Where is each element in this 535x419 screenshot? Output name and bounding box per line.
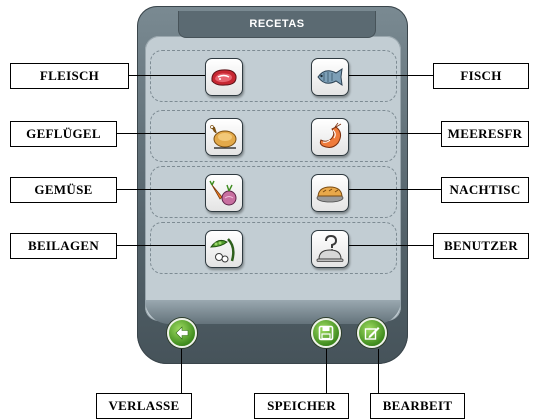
- header-title: RECETAS: [178, 11, 376, 38]
- callout-nachtisc: NACHTISC: [441, 177, 529, 203]
- callout-gefluegel: GEFLÜGEL: [10, 121, 117, 147]
- callout-line: [117, 133, 205, 134]
- seafood-button[interactable]: [311, 118, 349, 156]
- callout-gemuese: GEMÜSE: [10, 177, 117, 203]
- back-arrow-icon: [175, 326, 189, 340]
- edit-button[interactable]: [357, 318, 387, 348]
- callout-line: [181, 349, 182, 393]
- callout-line: [378, 349, 379, 393]
- callout-line: [349, 245, 433, 246]
- side-dish-icon: [210, 238, 235, 263]
- callout-beilagen: BEILAGEN: [10, 233, 117, 259]
- side-dish-button[interactable]: [205, 230, 243, 268]
- user-recipe-icon: [316, 234, 344, 262]
- callout-line: [349, 189, 441, 190]
- callout-line: [117, 245, 205, 246]
- edit-pencil-icon: [364, 327, 380, 340]
- user-recipes-button[interactable]: [311, 230, 349, 268]
- callout-line: [349, 75, 433, 76]
- shrimp-icon: [319, 122, 342, 148]
- category-row: [150, 222, 397, 274]
- poultry-button[interactable]: [205, 118, 243, 156]
- callout-line: [117, 189, 205, 190]
- category-row: [150, 50, 397, 102]
- category-row: [150, 110, 397, 162]
- callout-verlasse: VERLASSE: [96, 393, 192, 419]
- meat-icon: [211, 69, 237, 86]
- callout-benutzer: BENUTZER: [433, 233, 529, 259]
- save-button[interactable]: [311, 318, 341, 348]
- callout-meeresfr: MEERESFR: [441, 121, 529, 147]
- callout-fisch: FISCH: [433, 63, 529, 89]
- vegetables-button[interactable]: [205, 174, 243, 212]
- callout-line: [129, 75, 205, 76]
- floppy-disk-icon: [318, 325, 334, 341]
- fish-icon: [317, 67, 343, 87]
- callout-fleisch: FLEISCH: [10, 63, 129, 89]
- callout-line: [326, 349, 327, 393]
- vegetables-icon: [209, 180, 237, 206]
- dessert-button[interactable]: [311, 174, 349, 212]
- callout-line: [349, 133, 441, 134]
- meat-button[interactable]: [205, 58, 243, 96]
- callout-speicher: SPEICHER: [254, 393, 349, 419]
- callout-bearbeit: BEARBEIT: [370, 393, 465, 419]
- pie-icon: [316, 186, 344, 203]
- exit-button[interactable]: [167, 318, 197, 348]
- chicken-icon: [210, 125, 237, 149]
- category-row: [150, 166, 397, 218]
- fish-button[interactable]: [311, 58, 349, 96]
